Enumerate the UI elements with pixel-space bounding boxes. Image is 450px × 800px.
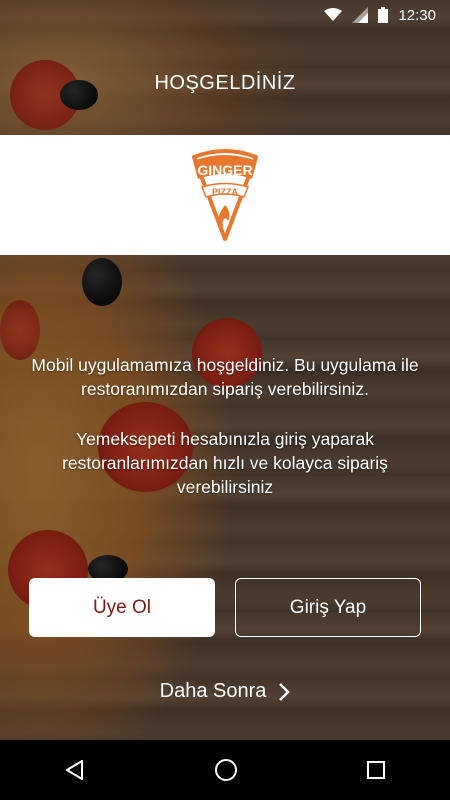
login-hint: Yemeksepeti hesabınızla giriş yaparak re… [62, 429, 388, 497]
ginger-pizza-logo: GINGER PIZZA [192, 149, 258, 241]
intro-text: Mobil uygulamamıza hoşgeldiniz. Bu uygul… [30, 353, 420, 525]
battery-icon [378, 7, 389, 23]
page-title: HOŞGELDİNİZ [154, 72, 296, 94]
signup-button[interactable]: Üye Ol [29, 578, 215, 637]
login-button[interactable]: Giriş Yap [235, 578, 421, 637]
later-link[interactable]: Daha Sonra [0, 680, 450, 703]
svg-text:PIZZA: PIZZA [212, 187, 238, 197]
navigation-bar [0, 740, 450, 800]
svg-text:GINGER: GINGER [197, 162, 252, 178]
recents-icon[interactable] [366, 760, 386, 780]
status-time: 12:30 [398, 6, 436, 24]
logo-band: GINGER PIZZA [0, 135, 450, 255]
chevron-right-icon [279, 682, 291, 701]
home-icon[interactable] [214, 758, 238, 782]
welcome-message: Mobil uygulamamıza hoşgeldiniz. Bu uygul… [31, 355, 419, 399]
later-label: Daha Sonra [159, 680, 267, 702]
wifi-icon [324, 8, 343, 21]
status-bar: 12:30 [0, 0, 450, 30]
back-icon[interactable] [64, 759, 86, 781]
signal-icon [352, 7, 369, 23]
